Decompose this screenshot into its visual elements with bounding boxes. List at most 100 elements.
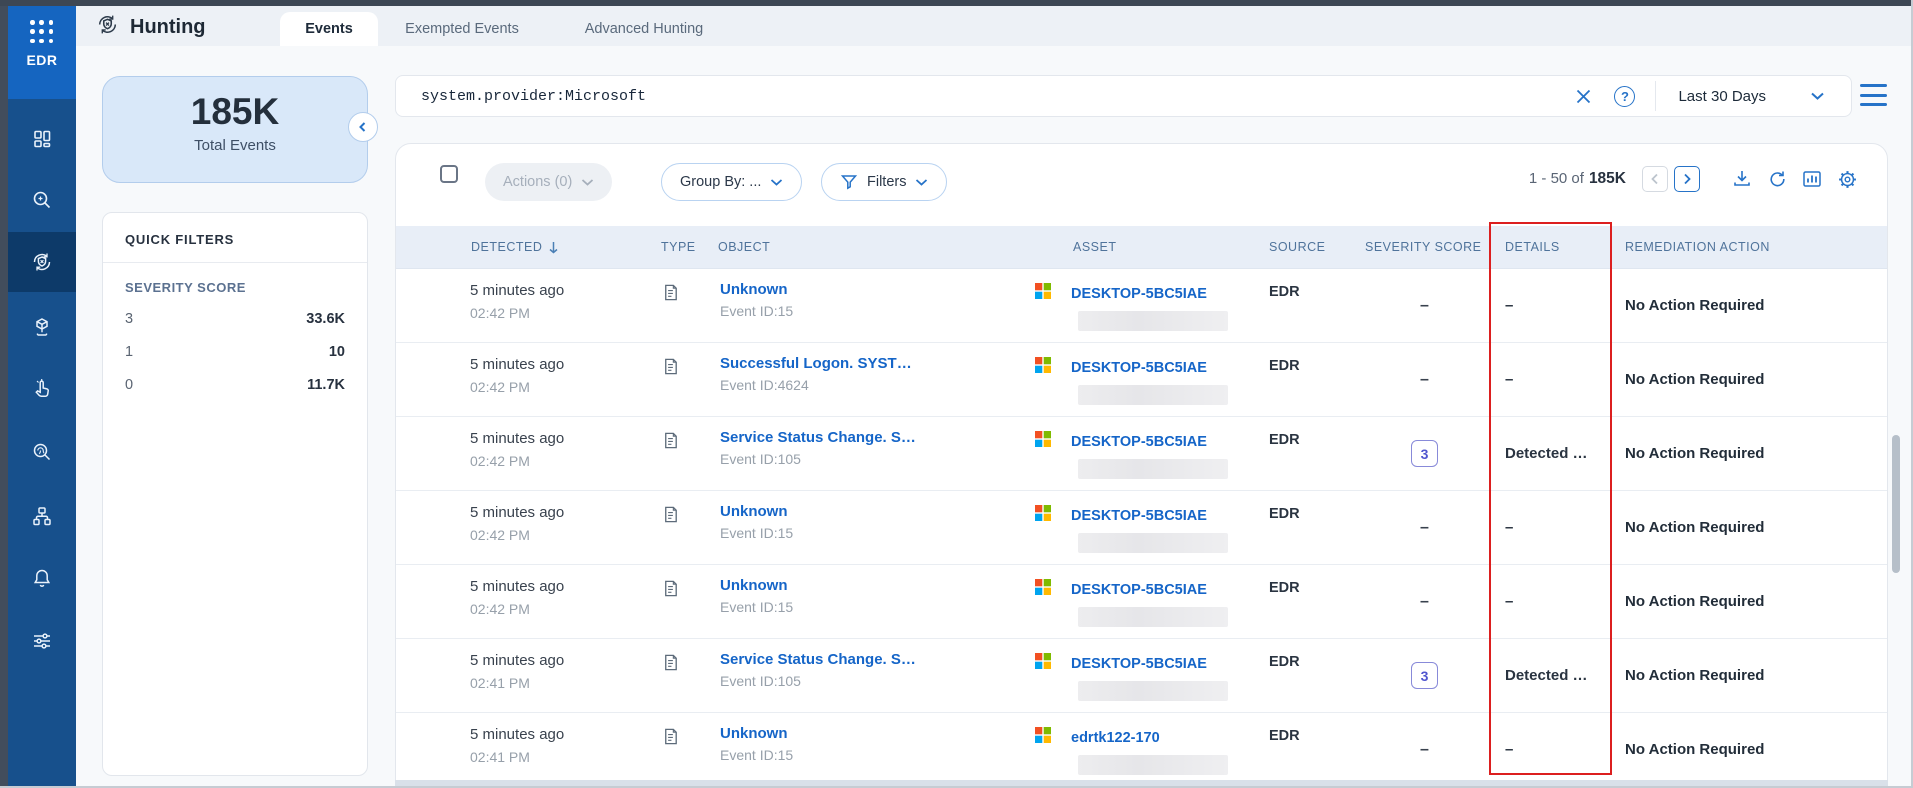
- event-id: Event ID:15: [720, 525, 794, 541]
- collapse-panel-button[interactable]: [348, 112, 378, 142]
- redacted-text: [1078, 681, 1228, 701]
- fingerprint-search-icon: [31, 441, 53, 463]
- severity-filter-list: 3 33.6K 1 10 0 11.7K: [103, 303, 367, 402]
- detected-relative-time: 5 minutes ago: [470, 578, 565, 595]
- hierarchy-icon: [31, 505, 53, 527]
- object-link[interactable]: Successful Logon. SYST…: [720, 355, 1031, 372]
- refresh-icon[interactable]: [1766, 168, 1788, 190]
- asset-link[interactable]: DESKTOP-5BC5IAE: [1071, 434, 1207, 450]
- object-link[interactable]: Service Status Change. S…: [720, 429, 1031, 446]
- filters-button[interactable]: Filters: [821, 163, 948, 201]
- help-icon[interactable]: ?: [1614, 85, 1636, 107]
- source-cell: EDR: [1269, 358, 1300, 374]
- severity-score-badge[interactable]: 3: [1411, 662, 1438, 689]
- object-link[interactable]: Unknown: [720, 503, 1031, 520]
- column-header-detected[interactable]: DETECTED: [468, 240, 656, 254]
- bell-icon: [31, 567, 53, 589]
- group-by-button[interactable]: Group By: ...: [661, 163, 803, 201]
- event-row[interactable]: 5 minutes ago 02:42 PM Successful Logon.…: [396, 343, 1887, 417]
- severity-filter-count: 10: [328, 344, 345, 360]
- table-header-row: DETECTED TYPE OBJECT ASSET SOURCE SEVERI…: [396, 226, 1887, 269]
- detected-cell: 5 minutes ago 02:42 PM: [468, 343, 656, 416]
- type-cell: [656, 639, 716, 712]
- windows-logo-icon: [1035, 431, 1051, 452]
- object-link[interactable]: Unknown: [720, 725, 1031, 742]
- detected-relative-time: 5 minutes ago: [470, 282, 565, 299]
- object-link[interactable]: Service Status Change. S…: [720, 651, 1031, 668]
- event-row[interactable]: 5 minutes ago 02:42 PM Unknown Event ID:…: [396, 565, 1887, 639]
- severity-filter-count: 11.7K: [307, 377, 345, 393]
- sidebar-item-notifications[interactable]: [8, 554, 76, 602]
- asset-cell: DESKTOP-5BC5IAE: [1031, 417, 1261, 490]
- select-all-checkbox[interactable]: [440, 165, 458, 183]
- sidebar-item-asset-inventory[interactable]: [8, 303, 76, 351]
- tab-events[interactable]: Events: [280, 12, 378, 46]
- event-id: Event ID:105: [720, 451, 801, 467]
- column-header-type[interactable]: TYPE: [656, 240, 716, 254]
- hunting-page: EDR Hunting Events Exempted Events Advan…: [0, 0, 1913, 788]
- menu-icon[interactable]: [1860, 84, 1887, 106]
- column-header-asset[interactable]: ASSET: [1031, 240, 1261, 254]
- column-header-object[interactable]: OBJECT: [716, 240, 1031, 254]
- sidebar-item-investigation-search[interactable]: [8, 176, 76, 224]
- apps-grid-icon[interactable]: [30, 20, 54, 44]
- severity-filter-row[interactable]: 0 11.7K: [103, 369, 367, 402]
- clear-query-icon[interactable]: [1575, 88, 1592, 105]
- detected-cell: 5 minutes ago 02:41 PM: [468, 639, 656, 712]
- detected-clock-time: 02:41 PM: [470, 675, 530, 691]
- details-cell: Detected …: [1505, 667, 1588, 684]
- column-header-source[interactable]: SOURCE: [1261, 240, 1361, 254]
- asset-link[interactable]: edrtk122-170: [1071, 730, 1160, 746]
- object-link[interactable]: Unknown: [720, 281, 1031, 298]
- asset-link[interactable]: DESKTOP-5BC5IAE: [1071, 360, 1207, 376]
- column-header-details[interactable]: DETAILS: [1488, 240, 1616, 254]
- asset-cell: edrtk122-170: [1031, 713, 1261, 786]
- event-row[interactable]: 5 minutes ago 02:42 PM Service Status Ch…: [396, 417, 1887, 491]
- next-page-button[interactable]: [1674, 166, 1700, 192]
- chart-view-icon[interactable]: [1801, 168, 1823, 190]
- asset-link[interactable]: DESKTOP-5BC5IAE: [1071, 656, 1207, 672]
- severity-filter-row[interactable]: 3 33.6K: [103, 303, 367, 336]
- page-title-group: Hunting: [95, 12, 206, 42]
- event-row[interactable]: 5 minutes ago 02:42 PM Unknown Event ID:…: [396, 491, 1887, 565]
- event-log-type-icon: [661, 432, 680, 454]
- detected-clock-time: 02:42 PM: [470, 601, 530, 617]
- column-header-remediation-action[interactable]: REMEDIATION ACTION: [1616, 240, 1887, 254]
- event-row[interactable]: 5 minutes ago 02:41 PM Service Status Ch…: [396, 639, 1887, 713]
- prev-page-button[interactable]: [1642, 166, 1668, 192]
- severity-score-badge[interactable]: 3: [1411, 440, 1438, 467]
- date-range-select[interactable]: Last 30 Days: [1656, 76, 1851, 116]
- tab-exempted-events[interactable]: Exempted Events: [397, 12, 527, 46]
- asset-link[interactable]: DESKTOP-5BC5IAE: [1071, 582, 1207, 598]
- tab-advanced-hunting[interactable]: Advanced Hunting: [574, 12, 714, 46]
- event-row[interactable]: 5 minutes ago 02:42 PM Unknown Event ID:…: [396, 269, 1887, 343]
- export-download-icon[interactable]: [1731, 168, 1753, 190]
- asset-link[interactable]: DESKTOP-5BC5IAE: [1071, 286, 1207, 302]
- asset-link[interactable]: DESKTOP-5BC5IAE: [1071, 508, 1207, 524]
- sidebar-item-dashboard[interactable]: [8, 115, 76, 163]
- windows-logo-icon: [1035, 653, 1051, 674]
- detected-clock-time: 02:42 PM: [470, 379, 530, 395]
- type-cell: [656, 491, 716, 564]
- remediation-action-cell: No Action Required: [1625, 667, 1765, 684]
- column-header-severity-score[interactable]: SEVERITY SCORE: [1361, 240, 1488, 254]
- severity-empty-dash: –: [1420, 592, 1429, 610]
- sidebar-item-settings[interactable]: [8, 617, 76, 665]
- quick-filters-panel: QUICK FILTERS SEVERITY SCORE 3 33.6K 1 1…: [102, 212, 368, 776]
- chevron-down-icon: [1811, 92, 1824, 100]
- sidebar-item-response-actions[interactable]: [8, 365, 76, 413]
- event-row[interactable]: 5 minutes ago 02:41 PM Unknown Event ID:…: [396, 713, 1887, 787]
- gear-icon[interactable]: [1836, 168, 1859, 191]
- sidebar-item-topology[interactable]: [8, 492, 76, 540]
- product-label: EDR: [26, 52, 58, 68]
- object-link[interactable]: Unknown: [720, 577, 1031, 594]
- severity-filter-row[interactable]: 1 10: [103, 336, 367, 369]
- object-cell: Successful Logon. SYST… Event ID:4624: [716, 343, 1031, 416]
- actions-button[interactable]: Actions (0): [485, 163, 613, 201]
- group-by-label: Group By: ...: [680, 174, 762, 190]
- severity-empty-dash: –: [1420, 296, 1429, 314]
- sidebar-item-forensics[interactable]: [8, 428, 76, 476]
- sidebar-item-hunting[interactable]: [8, 232, 76, 292]
- search-query-input[interactable]: system.provider:Microsoft: [396, 88, 1575, 105]
- vertical-scrollbar-thumb[interactable]: [1892, 435, 1900, 573]
